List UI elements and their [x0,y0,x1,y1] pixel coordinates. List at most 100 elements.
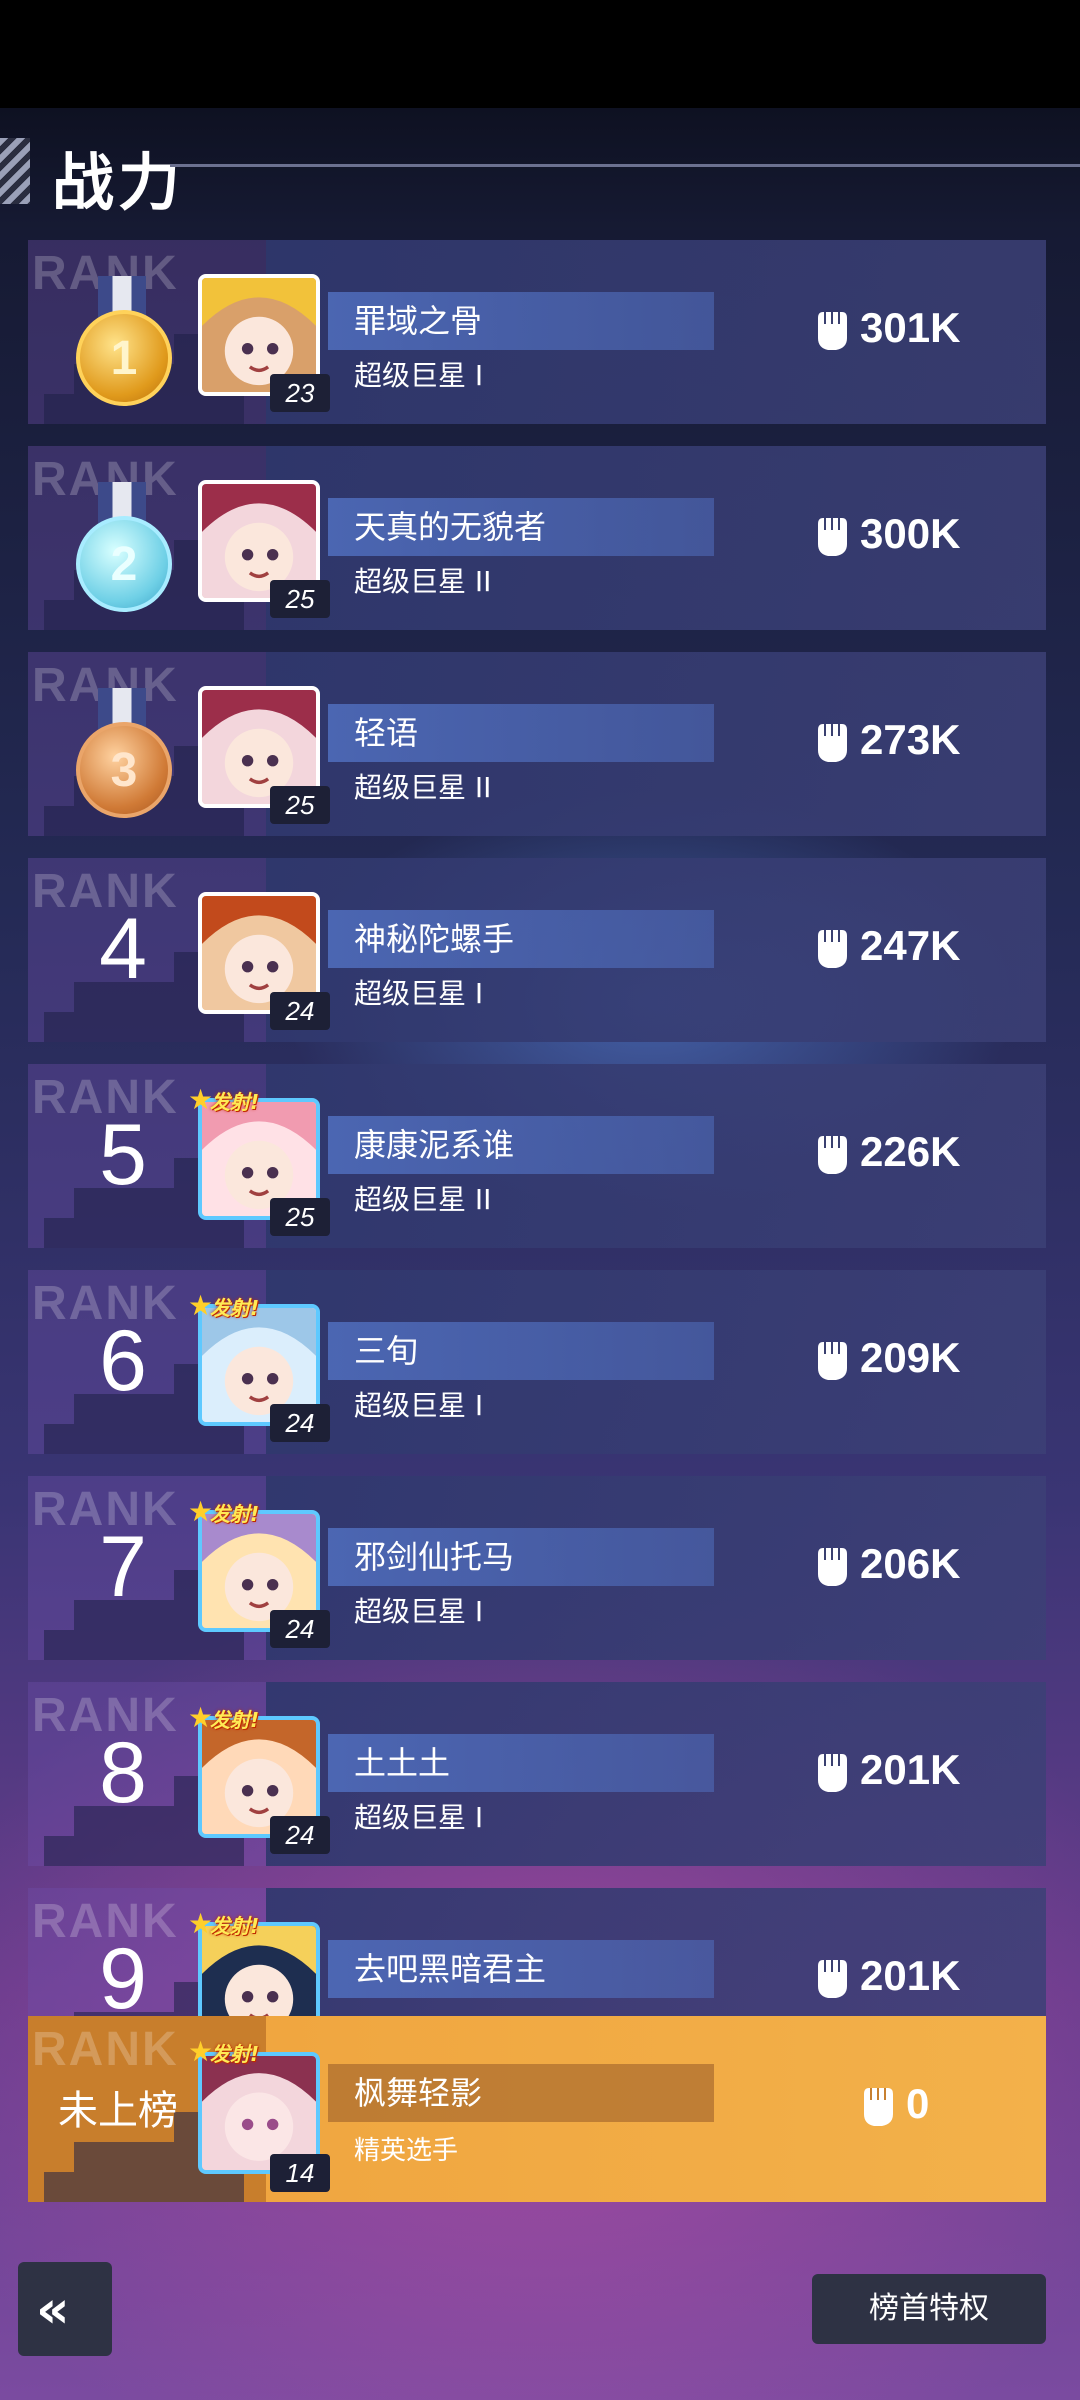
rank-watermark: RANK [32,2023,179,2076]
fist-icon [864,2088,893,2126]
fist-icon [818,1960,847,1998]
bronze-medal-icon: 3 [76,688,172,818]
player-name: 三旬 [354,1332,419,1370]
power-value: 300K [860,510,961,557]
player-name: 罪域之骨 [354,302,483,340]
fist-icon [818,1754,847,1792]
power-score: 209K [814,1330,1014,1390]
player-level: 24 [270,1610,330,1648]
fist-icon [818,312,847,350]
player-level: 25 [270,580,330,618]
player-name: 邪剑仙托马 [354,1538,515,1576]
fist-icon [818,1548,847,1586]
launch-badge: ★ 发射! [188,1908,268,1940]
medal-rank-number: 3 [76,722,172,818]
fist-icon [818,518,847,556]
power-score: 226K [814,1124,1014,1184]
player-tier: 超级巨星 II [354,771,492,804]
launch-badge: ★ 发射! [188,1496,268,1528]
my-rank-row[interactable]: RANK 未上榜 ★ 发射! 14 枫舞轻影 精英选手 0 [28,2016,1046,2202]
player-tier: 超级巨星 I [354,1595,484,1628]
power-score: 300K [814,506,1014,566]
my-tier: 精英选手 [354,2136,459,2166]
rank-number: 8 [99,1725,147,1821]
power-score: 273K [814,712,1014,772]
rank-number: 6 [99,1313,147,1409]
page-title: 战力 [52,149,185,218]
player-name: 天真的无貌者 [354,508,547,546]
page-header: 战力 [0,120,1080,220]
power-value: 209K [860,1334,961,1381]
player-name: 神秘陀螺手 [354,920,515,958]
rank-row[interactable]: RANK 2 25 天真的无貌者 超级巨星 II 300K [28,446,1046,630]
rank-row[interactable]: RANK 8 ★ 发射! 24 土土土 超级巨星 I 201K [28,1682,1046,1866]
player-level: 24 [270,1816,330,1854]
rank-row[interactable]: RANK 6 ★ 发射! 24 三旬 超级巨星 I 209K [28,1270,1046,1454]
player-tier: 超级巨星 II [354,565,492,598]
my-power-value: 0 [906,2080,930,2127]
player-level: 23 [270,374,330,412]
player-name: 康康泥系谁 [354,1126,515,1164]
power-value: 206K [860,1540,961,1587]
power-value: 247K [860,922,961,969]
power-value: 201K [860,1952,961,1999]
launch-badge-text: 发射! [210,2042,260,2066]
power-score: 301K [814,300,1014,360]
rank-row[interactable]: RANK 5 ★ 发射! 25 康康泥系谁 超级巨星 II 226K [28,1064,1046,1248]
launch-badge-text: 发射! [210,1296,260,1320]
launch-badge-text: 发射! [210,1708,260,1732]
player-tier: 超级巨星 I [354,1389,484,1422]
player-tier: 超级巨星 I [354,359,484,392]
my-name: 枫舞轻影 [354,2074,483,2112]
power-score: 247K [814,918,1014,978]
power-value: 301K [860,304,961,351]
player-level: 24 [270,1404,330,1442]
back-chevron-icon: « [36,2280,70,2340]
avatar-portrait-icon [202,2056,316,2170]
launch-badge-text: 发射! [210,1502,260,1526]
silver-medal-icon: 2 [76,482,172,612]
player-tier: 超级巨星 I [354,977,484,1010]
rank-row[interactable]: RANK 7 ★ 发射! 24 邪剑仙托马 超级巨星 I 206K [28,1476,1046,1660]
fist-icon [818,1342,847,1380]
launch-badge: ★ 发射! [188,1290,268,1322]
status-bar [0,0,1080,108]
launch-badge: ★ 发射! [188,1084,268,1116]
player-name: 去吧黑暗君主 [354,1950,547,1988]
title-stripes-icon [0,138,30,204]
fist-icon [818,930,847,968]
rank-row[interactable]: RANK 4 24 神秘陀螺手 超级巨星 I 247K [28,858,1046,1042]
title-divider [170,164,1080,167]
top-rank-perks-button[interactable]: 榜首特权 [812,2274,1046,2344]
power-value: 201K [860,1746,961,1793]
power-score: 201K [814,1948,1014,2008]
power-value: 273K [860,716,961,763]
player-level: 25 [270,786,330,824]
player-level: 25 [270,1198,330,1236]
my-power: 0 [860,2076,980,2136]
medal-rank-number: 1 [76,310,172,406]
player-tier: 超级巨星 I [354,1801,484,1834]
power-score: 206K [814,1536,1014,1596]
rank-number: 5 [99,1107,147,1203]
rank-number: 7 [99,1519,147,1615]
power-value: 226K [860,1128,961,1175]
my-level: 14 [270,2154,330,2192]
rank-number: 9 [99,1931,147,2027]
launch-badge: ★ 发射! [188,1702,268,1734]
rank-row[interactable]: RANK 1 23 罪域之骨 超级巨星 I 301K [28,240,1046,424]
my-rank-label: 未上榜 [58,2088,178,2134]
player-tier: 超级巨星 II [354,1183,492,1216]
player-name: 轻语 [354,714,419,752]
rank-number: 4 [99,901,147,997]
fist-icon [818,724,847,762]
fist-icon [818,1136,847,1174]
launch-badge-text: 发射! [210,1090,260,1114]
back-button[interactable]: « [18,2262,112,2356]
player-name: 土土土 [354,1744,451,1782]
launch-badge-text: 发射! [210,1914,260,1938]
launch-badge: ★ 发射! [188,2036,268,2068]
rank-row[interactable]: RANK 3 25 轻语 超级巨星 II 273K [28,652,1046,836]
power-score: 201K [814,1742,1014,1802]
gold-medal-icon: 1 [76,276,172,406]
